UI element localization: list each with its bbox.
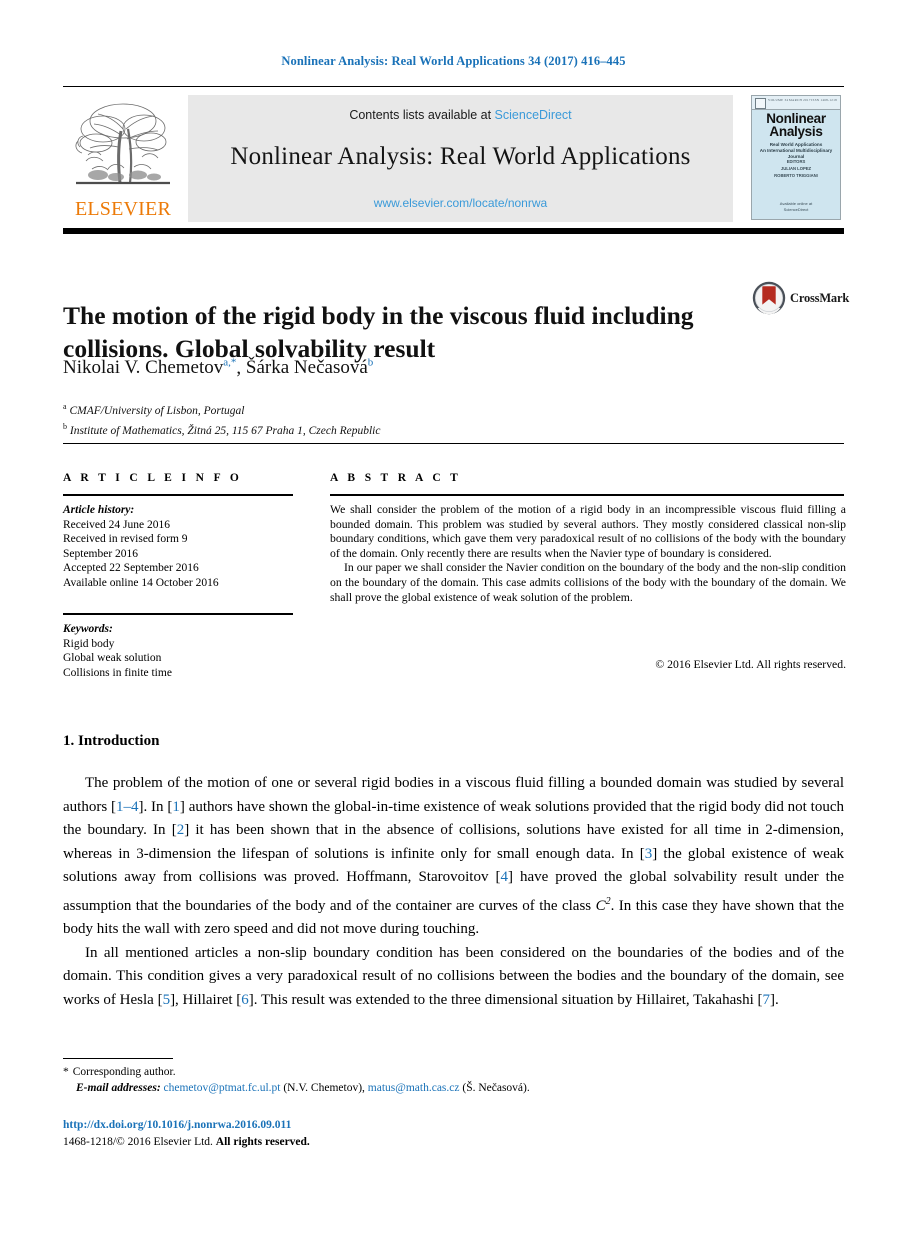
crossmark-icon	[752, 281, 786, 315]
citation-link[interactable]: 2	[177, 822, 185, 838]
cover-issn: ISSN 1468-1218	[811, 98, 837, 102]
author-2: Šárka Nečasováb	[246, 357, 373, 378]
footnote-corresponding-author: * Corresponding author.	[63, 1064, 763, 1080]
section-heading-introduction: 1. Introduction	[63, 733, 160, 749]
history-item: Available online 14 October 2016	[63, 576, 219, 589]
article-info-rule	[63, 494, 293, 496]
journal-title: Nonlinear Analysis: Real World Applicati…	[230, 143, 691, 170]
cover-title: Nonlinear Analysis	[752, 112, 840, 139]
issn-copyright-bold: All rights reserved.	[215, 1136, 310, 1148]
cover-editors-label: EDITORS	[786, 159, 806, 164]
journal-homepage-link[interactable]: www.elsevier.com/locate/nonrwa	[188, 196, 733, 210]
footnote-rule	[63, 1058, 173, 1059]
footnote-corresponding-text: Corresponding author.	[72, 1066, 176, 1078]
affiliation-a-mark: a	[63, 402, 67, 411]
keyword-list: Keywords: Rigid body Global weak solutio…	[63, 622, 303, 680]
sciencedirect-banner: Contents lists available at ScienceDirec…	[188, 95, 733, 222]
email-link-necasova[interactable]: matus@math.cas.cz	[368, 1082, 460, 1094]
cover-topbar: VOLUME 34 MARCH 2017 ISSN 1468-1218	[752, 96, 840, 110]
citation-link[interactable]: 3	[645, 846, 653, 862]
affiliation-b: b Institute of Mathematics, Žitná 25, 11…	[63, 419, 763, 439]
history-item: Received 24 June 2016	[63, 518, 170, 531]
page-title: The motion of the rigid body in the visc…	[63, 301, 694, 364]
email-author-chemetov: (N.V. Chemetov),	[283, 1082, 365, 1094]
cover-elsevier-mark-icon	[755, 98, 766, 109]
email-author-necasova: (Š. Nečasová).	[462, 1082, 530, 1094]
cover-editor-1: JULIAN LOPEZ	[780, 166, 812, 171]
citation-link[interactable]: 5	[163, 992, 171, 1008]
affiliation-a: a CMAF/University of Lisbon, Portugal	[63, 399, 763, 419]
masthead-bottom-rule	[63, 228, 844, 234]
author-separator: ,	[236, 357, 246, 379]
elsevier-logo: ELSEVIER	[68, 95, 178, 223]
keywords-label: Keywords:	[63, 623, 113, 635]
keyword-item: Rigid body	[63, 637, 115, 650]
article-history-label: Article history:	[63, 504, 135, 516]
body-paragraph-2: In all mentioned articles a non-slip bou…	[63, 944, 844, 1008]
running-head: Nonlinear Analysis: Real World Applicati…	[281, 54, 626, 68]
elsevier-wordmark: ELSEVIER	[74, 198, 172, 220]
citation-link[interactable]: 7	[763, 992, 771, 1008]
citation-link[interactable]: 1–4	[116, 799, 139, 815]
keywords-rule	[63, 613, 293, 615]
affiliation-list: a CMAF/University of Lisbon, Portugal b …	[63, 399, 763, 440]
footnote-emails: E-mail addresses: chemetov@ptmat.fc.ul.p…	[63, 1080, 763, 1096]
issn-copyright-plain: 1468-1218/© 2016 Elsevier Ltd.	[63, 1136, 216, 1148]
abstract-body: We shall consider the problem of the mot…	[330, 503, 846, 605]
cover-editors: EDITORS JULIAN LOPEZ ROBERTO TRIGGIANI	[752, 158, 840, 179]
elsevier-tree-icon	[68, 95, 178, 195]
affiliation-b-text: Institute of Mathematics, Žitná 25, 115 …	[69, 425, 381, 438]
citation-link[interactable]: 6	[241, 992, 249, 1008]
author-2-name: Šárka Nečasová	[245, 357, 368, 379]
author-1-name: Nikolai V. Chemetov	[63, 357, 224, 379]
history-item: Received in revised form 9	[63, 533, 188, 546]
author-1: Nikolai V. Chemetova,*	[63, 357, 236, 378]
keyword-item: Collisions in finite time	[63, 666, 172, 679]
abstract-copyright: © 2016 Elsevier Ltd. All rights reserved…	[655, 658, 846, 671]
contents-available-prefix: Contents lists available at	[349, 108, 495, 122]
issn-copyright-line: 1468-1218/© 2016 Elsevier Ltd. All right…	[63, 1136, 310, 1148]
body-paragraph-1: The problem of the motion of one or seve…	[63, 775, 845, 937]
abstract-paragraph-2: In our paper we shall consider the Navie…	[330, 561, 846, 604]
abstract-rule	[330, 494, 844, 496]
affiliation-rule	[63, 443, 844, 444]
author-1-marks[interactable]: a,*	[223, 357, 236, 369]
masthead-top-rule	[63, 86, 844, 87]
math-class-c2: C2	[595, 895, 611, 914]
cover-footer: Available online at ScienceDirect	[752, 201, 840, 213]
keyword-item: Global weak solution	[63, 652, 162, 665]
affiliation-b-mark: b	[63, 422, 67, 432]
footnote-block: * Corresponding author. E-mail addresses:…	[63, 1064, 763, 1096]
contents-available-line: Contents lists available at ScienceDirec…	[188, 108, 733, 122]
email-addresses-label: E-mail addresses:	[76, 1082, 161, 1094]
journal-masthead: ELSEVIER Contents lists available at Sci…	[63, 92, 844, 223]
cover-volume: VOLUME 34	[768, 98, 789, 102]
cover-topbar-meta: VOLUME 34 MARCH 2017 ISSN 1468-1218	[768, 98, 837, 102]
paper-page: Nonlinear Analysis: Real World Applicati…	[0, 0, 907, 1238]
cover-footer-line2: ScienceDirect	[783, 207, 809, 212]
footnote-asterisk: *	[63, 1066, 69, 1078]
cover-date: MARCH 2017	[788, 98, 811, 102]
journal-cover-thumbnail[interactable]: VOLUME 34 MARCH 2017 ISSN 1468-1218 Nonl…	[751, 95, 841, 220]
author-list: Nikolai V. Chemetova,*, Šárka Nečasováb	[63, 357, 763, 379]
doi-link[interactable]: http://dx.doi.org/10.1016/j.nonrwa.2016.…	[63, 1119, 291, 1131]
article-history: Article history: Received 24 June 2016 R…	[63, 503, 303, 591]
author-2-marks[interactable]: b	[368, 357, 374, 369]
citation-link[interactable]: 4	[500, 869, 508, 885]
history-item: Accepted 22 September 2016	[63, 562, 199, 575]
citation-link[interactable]: 1	[172, 799, 180, 815]
sciencedirect-link[interactable]: ScienceDirect	[495, 108, 572, 122]
history-item: September 2016	[63, 547, 139, 560]
abstract-paragraph-1: We shall consider the problem of the mot…	[330, 503, 846, 560]
abstract-heading: A B S T R A C T	[330, 472, 462, 484]
cover-editor-2: ROBERTO TRIGGIANI	[774, 173, 818, 178]
crossmark-label: CrossMark	[790, 291, 850, 305]
crossmark-badge[interactable]: CrossMark	[752, 281, 850, 315]
email-link-chemetov[interactable]: chemetov@ptmat.fc.ul.pt	[164, 1082, 281, 1094]
introduction-body: The problem of the motion of one or seve…	[63, 772, 844, 1012]
affiliation-a-text: CMAF/University of Lisbon, Portugal	[69, 404, 245, 417]
cover-title-line2: Analysis	[769, 124, 823, 139]
article-info-heading: A R T I C L E I N F O	[63, 472, 243, 484]
